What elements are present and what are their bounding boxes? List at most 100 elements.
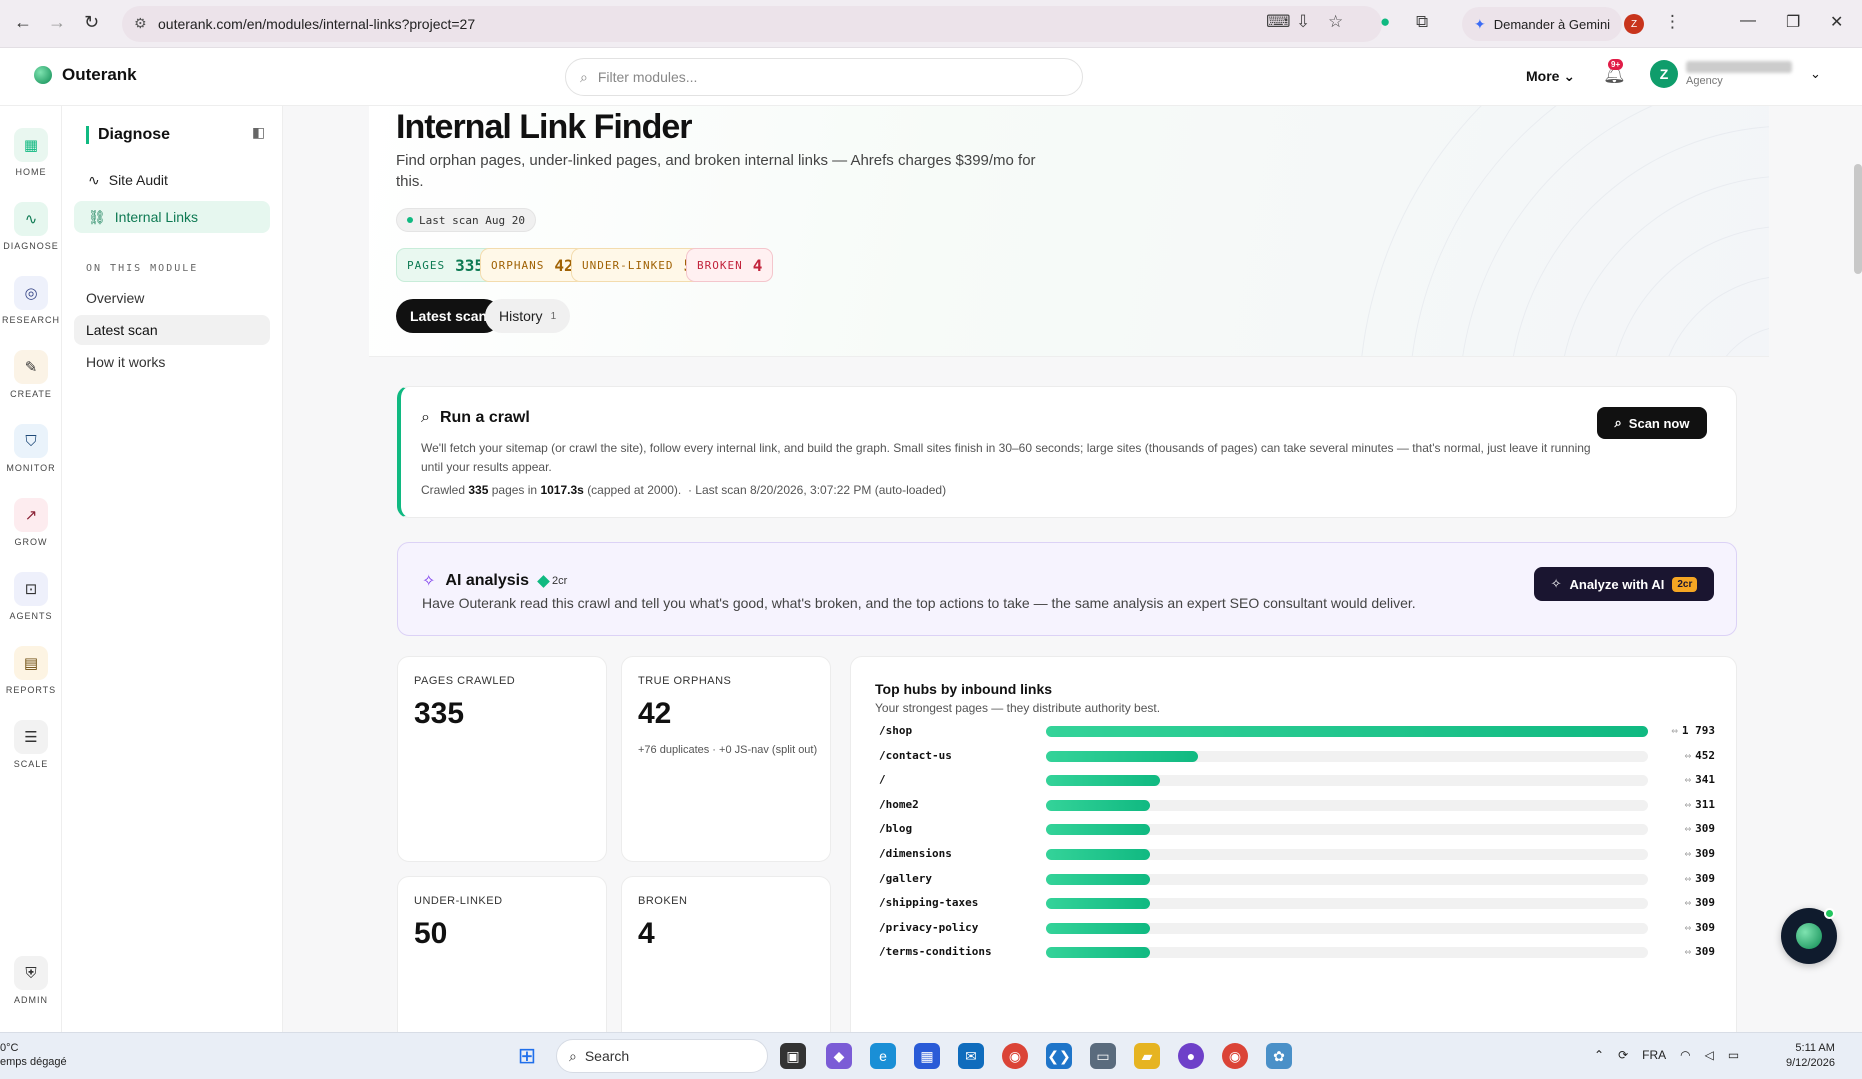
rail-label: CREATE (10, 389, 52, 399)
install-icon[interactable]: ⇩ (1296, 12, 1310, 32)
analyze-credit-badge: 2cr (1672, 576, 1698, 592)
hub-row[interactable]: /contact-us ⇔ 452 (875, 746, 1715, 766)
toc-how-it-works[interactable]: How it works (74, 347, 270, 377)
hub-row[interactable]: /shop ⇔ 1 793 (875, 721, 1715, 741)
app-icon[interactable]: ✿ (1266, 1043, 1292, 1069)
hub-count: ⇔ 309 (1685, 945, 1716, 958)
hub-row[interactable]: /home2 ⇔ 311 (875, 795, 1715, 815)
weather-widget[interactable]: 0°C emps dégagé (0, 1041, 67, 1069)
wifi-icon[interactable]: ◠ (1680, 1048, 1690, 1062)
sidebar-item-internal-links[interactable]: ⛓ Internal Links (74, 201, 270, 233)
bot-icon: ⊡ (14, 572, 48, 606)
toc-overview[interactable]: Overview (74, 283, 270, 313)
tab-history[interactable]: History 1 (485, 299, 571, 333)
rail-label: MONITOR (6, 463, 56, 473)
store-icon[interactable]: ▦ (914, 1043, 940, 1069)
chat-assistant-button[interactable] (1781, 908, 1837, 964)
collapse-sidebar-icon[interactable]: ◧ (252, 124, 265, 141)
file-explorer-icon[interactable]: ▰ (1134, 1043, 1160, 1069)
filter-modules-input[interactable]: ⌕ Filter modules... (565, 58, 1083, 96)
chevron-up-icon[interactable]: ⌃ (1594, 1048, 1604, 1062)
gemini-button[interactable]: ✦ Demander à Gemini (1462, 7, 1622, 41)
scan-now-button[interactable]: ⌕ Scan now (1597, 407, 1707, 439)
site-info-icon[interactable]: ⚙ (134, 15, 147, 32)
language-indicator[interactable]: FRA (1642, 1048, 1666, 1062)
hub-count: ⇔ 311 (1685, 798, 1716, 811)
rail-item-research[interactable]: ◎ RESEARCH (0, 276, 62, 325)
hub-row[interactable]: /privacy-policy ⇔ 309 (875, 918, 1715, 938)
extensions-puzzle-icon[interactable]: ⧉ (1416, 12, 1428, 32)
back-icon[interactable]: ← (14, 12, 32, 33)
brand-logo[interactable]: Outerank (34, 65, 137, 85)
hub-path: /privacy-policy (879, 920, 979, 934)
stat-value: 4 (638, 917, 655, 950)
hub-row[interactable]: /blog ⇔ 309 (875, 819, 1715, 839)
browser-menu-icon[interactable]: ⋮ (1664, 12, 1681, 32)
sidebar-item-site-audit[interactable]: ∿ Site Audit (74, 164, 270, 196)
minimize-icon[interactable]: — (1740, 12, 1756, 30)
hub-path: /dimensions (879, 847, 952, 860)
close-icon[interactable]: ✕ (1830, 12, 1843, 32)
clock-date: 9/12/2026 (1786, 1057, 1835, 1069)
hub-count-value: 309 (1695, 945, 1715, 959)
crawl-title: Run a crawl (439, 409, 530, 426)
forward-icon[interactable]: → (48, 12, 66, 33)
hubs-title: Top hubs by inbound links (875, 681, 1053, 697)
m365-icon[interactable]: ◆ (826, 1043, 852, 1069)
rail-item-grow[interactable]: ↗ GROW (0, 498, 62, 547)
rail-item-scale[interactable]: ☰ SCALE (0, 720, 62, 769)
hub-row[interactable]: /gallery ⇔ 309 (875, 869, 1715, 889)
rail-item-admin[interactable]: ⛨ ADMIN (0, 956, 62, 1005)
volume-icon[interactable]: ◁ (1705, 1048, 1714, 1062)
rail-item-monitor[interactable]: ⛉ MONITOR (0, 424, 62, 473)
broken-pill[interactable]: BROKEN 4 (686, 248, 774, 282)
chevron-down-icon: ⌄ (1810, 66, 1821, 81)
rail-item-agents[interactable]: ⊡ AGENTS (0, 572, 62, 621)
chrome-active-icon[interactable]: ◉ (1222, 1043, 1248, 1069)
hub-row[interactable]: /shipping-taxes ⇔ 309 (875, 893, 1715, 913)
weather-temp: 0°C (0, 1042, 19, 1054)
battery-icon[interactable]: ▭ (1728, 1048, 1739, 1062)
edge-icon[interactable]: e (870, 1043, 896, 1069)
translate-icon[interactable]: ⌨ (1266, 12, 1291, 32)
taskbar-clock[interactable]: 5:11 AM 9/12/2026 (1786, 1041, 1835, 1071)
outlook-icon[interactable]: ✉ (958, 1043, 984, 1069)
task-view-icon[interactable]: ▣ (780, 1043, 806, 1069)
stat-note: +76 duplicates · +0 JS-nav (split out) (638, 744, 818, 756)
hub-count: ⇔ 309 (1685, 872, 1716, 885)
chrome-icon[interactable]: ◉ (1002, 1043, 1028, 1069)
rail-item-create[interactable]: ✎ CREATE (0, 350, 62, 399)
hub-row[interactable]: /dimensions ⇔ 309 (875, 844, 1715, 864)
user-menu[interactable]: Z Agency ⌄ (1650, 60, 1821, 88)
windows-start-icon[interactable]: ⊞ (514, 1043, 540, 1069)
hub-row[interactable]: / ⇔ 341 (875, 770, 1715, 790)
link-icon: ⇔ (1684, 920, 1692, 934)
sync-icon[interactable]: ⟳ (1618, 1048, 1628, 1062)
orphans-pill[interactable]: ORPHANS 42 (480, 248, 585, 282)
chevron-down-icon: ⌄ (1563, 68, 1576, 84)
magic-wand-icon: ✧ (1550, 576, 1562, 591)
browser-profile-avatar[interactable]: Z (1624, 14, 1644, 34)
hub-bar (1046, 898, 1150, 910)
toc-latest-scan[interactable]: Latest scan (74, 315, 270, 345)
terminal-icon[interactable]: ▭ (1090, 1043, 1116, 1069)
more-menu-button[interactable]: More ⌄ (1526, 68, 1575, 85)
notifications-button[interactable]: 🔔︎ 9+ (1603, 59, 1626, 85)
page-scrollbar[interactable] (1854, 164, 1862, 274)
analyze-with-ai-button[interactable]: ✧ Analyze with AI 2cr (1534, 567, 1714, 601)
module-sidebar: Diagnose ◧ ∿ Site Audit ⛓ Internal Links… (62, 106, 283, 1032)
module-rail: ▦ HOME ∿ DIAGNOSE ◎ RESEARCH ✎ CREATE ⛉ … (0, 106, 62, 1032)
reload-icon[interactable]: ↻ (84, 12, 99, 33)
main-content: Internal Link Finder Find orphan pages, … (283, 106, 1862, 1032)
taskbar-search[interactable]: ⌕ Search (556, 1039, 768, 1073)
restore-icon[interactable]: ❐ (1786, 12, 1800, 32)
bookmark-star-icon[interactable]: ☆ (1328, 12, 1343, 32)
github-icon[interactable]: ● (1178, 1043, 1204, 1069)
vscode-icon[interactable]: ❮❯ (1046, 1043, 1072, 1069)
rail-item-reports[interactable]: ▤ REPORTS (0, 646, 62, 695)
rail-item-diagnose[interactable]: ∿ DIAGNOSE (0, 202, 62, 251)
hub-row[interactable]: /terms-conditions ⇔ 309 (875, 942, 1715, 962)
extension-outerank-icon[interactable]: ● (1380, 12, 1390, 32)
rail-item-home[interactable]: ▦ HOME (0, 128, 62, 177)
address-bar[interactable]: ⚙ outerank.com/en/modules/internal-links… (122, 6, 1382, 42)
